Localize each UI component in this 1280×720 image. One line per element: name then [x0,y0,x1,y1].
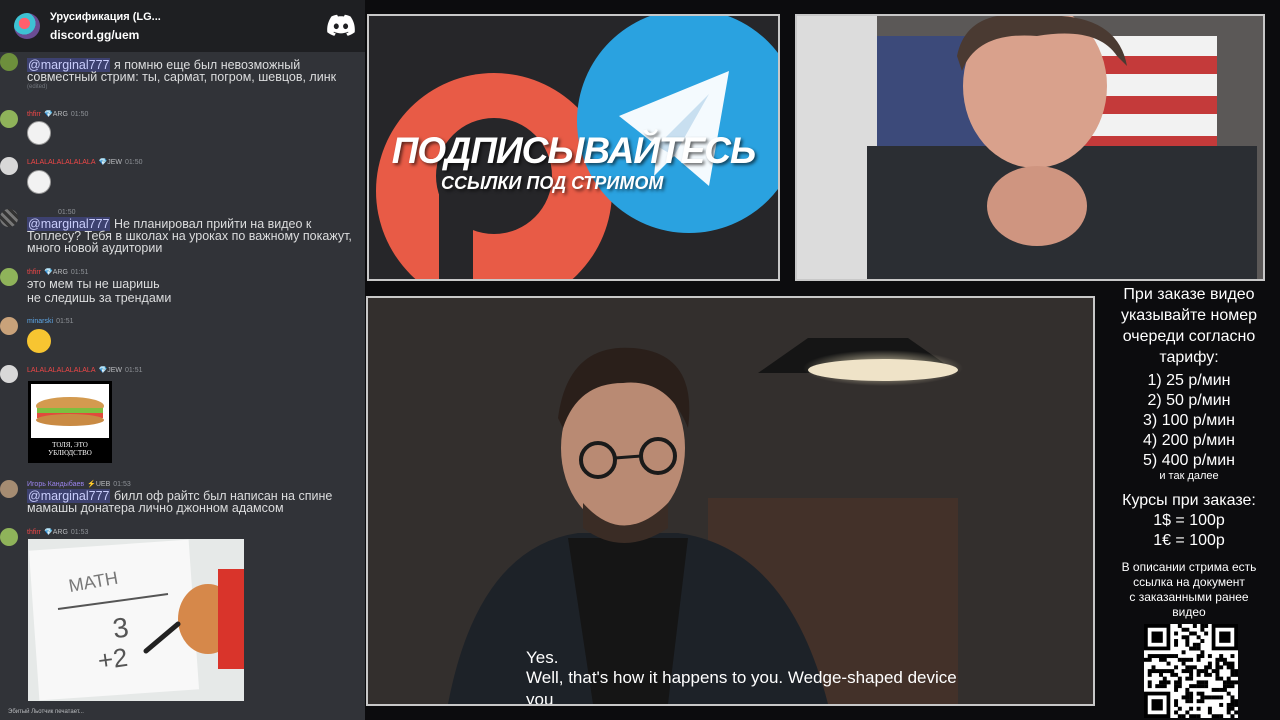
tier-item: 2) 50 р/мин [1147,392,1231,409]
server-icon[interactable] [14,13,40,39]
timestamp: 01:51 [70,269,89,276]
chat-message: minarski 01:51 [0,316,365,356]
chat-message: Игорь Кандыбаев ⚡UEB 01:53 @marginal777 би… [0,478,365,522]
role-badge: 💎ARG [44,269,68,276]
message-line: это мем ты не шаришь [27,277,160,291]
timestamp: 01:53 [113,481,131,488]
typing-indicator: Эбитый Льотчик печатает... [8,709,84,715]
rate-item: 1€ = 100р [1153,532,1225,549]
user-avatar[interactable] [0,157,18,175]
username[interactable]: thfirr [27,111,41,118]
timestamp: 01:50 [70,111,89,118]
gif-text-plus-two: +2 [96,642,130,676]
role-badge: ⚡UEB [87,481,111,488]
message-text: @marginal777 билл оф райтс был написан н… [27,489,333,515]
tier-item: 4) 200 р/мин [1143,432,1235,449]
username[interactable]: thfirr [27,269,41,276]
tier-item: 3) 100 р/мин [1143,412,1235,429]
timestamp: 01:50 [58,209,76,216]
message-header: LALALALALALALALA 💎JEW 01:50 [27,158,143,166]
discord-logo-icon [327,14,355,36]
message-header: thfirr 💎ARG 01:53 [27,528,88,536]
chat-message: 01:50 @marginal777 Не планировал прийти … [0,206,365,258]
timestamp: 01:50 [125,159,143,166]
user-avatar[interactable] [0,317,18,335]
username[interactable]: Игорь Кандыбаев [27,481,84,488]
timestamp: 01:51 [125,367,143,374]
username[interactable]: LALALALALALALALA [27,367,96,374]
chat-message: LALALALALALALALA 💎JEW 01:50 [0,156,365,198]
streamer-webcam [795,14,1265,281]
user-avatar[interactable] [0,268,18,286]
chat-message: thfirr 💎ARG 01:50 [0,108,365,148]
sandwich-photo [31,384,109,438]
discord-chat-panel: @marginal777 я помню еще был невозможный… [0,0,365,720]
user-avatar[interactable] [0,365,18,383]
chat-message: @marginal777 я помню еще был невозможный… [0,53,365,97]
chat-message: thfirr 💎ARG 01:53 [0,526,365,546]
username[interactable]: minarski [27,318,53,325]
username[interactable]: thfirr [27,529,41,536]
and-so-on: и так далее [1159,470,1219,482]
message-line: не следишь за трендами [27,291,172,305]
main-video-player[interactable]: Yes. Well, that's how it happens to you.… [366,296,1095,706]
order-heading: При заказе видео указывайте номер очеред… [1120,286,1258,366]
math-gif[interactable]: MATH 3 +2 [28,539,244,701]
video-subtitle-line: Yes. [526,648,559,667]
role-badge: 💎ARG [44,111,68,118]
message-text: @marginal777 я помню еще был невозможный… [27,58,362,91]
role-badge: 💎JEW [98,159,123,166]
price-tiers: 1) 25 р/мин 2) 50 р/мин 3) 100 р/мин 4) … [1098,371,1280,471]
meme-caption: ТОЛЯ, ЭТО УБЛЮДСТВО [48,441,92,457]
message-header: thfirr 💎ARG 01:51 [27,268,88,276]
tier-item: 5) 400 р/мин [1143,452,1235,469]
message-header: thfirr 💎ARG 01:50 [27,110,88,118]
role-badge: 💎ARG [44,529,68,536]
video-subtitle-line: Well, that's how it happens to you. Wedg… [526,668,957,687]
user-avatar[interactable] [0,480,18,498]
user-avatar[interactable] [0,110,18,128]
tier-item: 1) 25 р/мин [1147,372,1231,389]
user-avatar[interactable] [0,528,18,546]
message-header: Игорь Кандыбаев ⚡UEB 01:53 [27,480,131,488]
sandwich-meme-image[interactable]: ТОЛЯ, ЭТО УБЛЮДСТВО [28,381,112,463]
trollface-emoji [27,121,51,145]
description-note: В описании стрима есть ссылка на докумен… [1121,560,1257,619]
qr-code[interactable] [1144,624,1239,719]
user-avatar[interactable] [0,209,18,227]
timestamp: 01:53 [70,529,89,536]
timestamp: 01:51 [56,318,74,325]
rate-item: 1$ = 100р [1153,512,1225,529]
role-badge: 💎JEW [98,367,123,374]
message-header: LALALALALALALALA 💎JEW 01:51 [27,366,143,374]
subscribe-banner: ПОДПИСЫВАЙТЕСЬ ССЫЛКИ ПОД СТРИМОМ [367,14,780,281]
message-header: 01:50 [55,209,76,216]
chat-message: thfirr 💎ARG 01:51 это мем ты не шаришь не … [0,266,365,306]
server-header[interactable]: Урусификация (LG... discord.gg/uem [0,0,365,52]
banner-subtitle: ССЫЛКИ ПОД СТРИМОМ [441,173,664,193]
trollface-emoji [27,170,51,194]
edited-label: (edited) [27,84,48,90]
rates-heading: Курсы при заказе: [1122,492,1256,509]
message-header: minarski 01:51 [27,318,74,325]
message-text: @marginal777 Не планировал прийти на вид… [27,217,352,255]
username[interactable]: LALALALALALALALA [27,159,96,166]
banner-title: ПОДПИСЫВАЙТЕСЬ [391,130,756,171]
server-invite-link[interactable]: discord.gg/uem [50,28,161,42]
video-subtitle-line: you [526,690,554,706]
user-avatar [0,53,18,71]
server-name[interactable]: Урусификация (LG... [50,11,161,23]
laughing-emoji [27,329,51,353]
exchange-rates: 1$ = 100р 1€ = 100р [1098,511,1280,551]
